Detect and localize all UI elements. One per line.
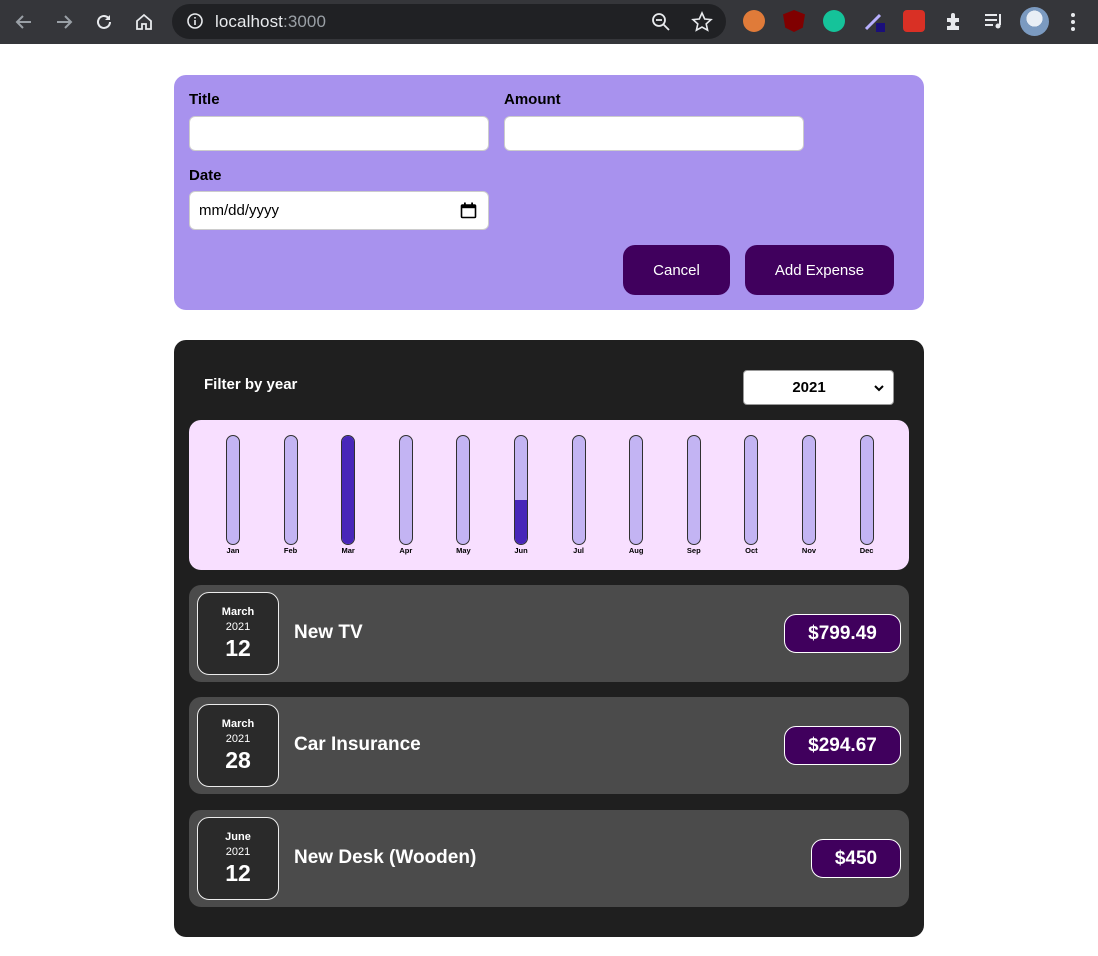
chart-bar-track: [802, 435, 816, 545]
chart-bar-track: [341, 435, 356, 545]
date-label: Date: [189, 167, 222, 184]
browser-toolbar: localhost:3000: [0, 0, 1098, 44]
chart-bar-jul: Jul: [565, 435, 593, 560]
chart-bar-label: Jan: [226, 546, 240, 555]
chart-bar-jan: Jan: [219, 435, 247, 560]
extension-red-icon[interactable]: [903, 10, 925, 32]
title-input[interactable]: [189, 116, 489, 151]
expense-date-day: 12: [225, 860, 251, 886]
expense-item[interactable]: March 2021 12 New TV $799.49: [189, 585, 909, 682]
expense-title: Car Insurance: [294, 734, 421, 755]
new-expense-form: Title Amount Date mm/dd/yyyy Cancel Add …: [174, 75, 924, 310]
chart-bar-label: Jul: [573, 546, 585, 555]
expense-price-badge: $450: [811, 839, 901, 878]
chart-bar-label: Mar: [341, 546, 355, 555]
amount-label: Amount: [504, 91, 561, 108]
info-icon[interactable]: [186, 12, 204, 30]
chart-bar-track: [398, 435, 413, 545]
chart-bar-oct: Oct: [737, 435, 765, 560]
chart-bar-label: Apr: [399, 546, 413, 555]
home-icon[interactable]: [130, 8, 158, 36]
url-port: :3000: [283, 12, 327, 31]
add-expense-button[interactable]: Add Expense: [745, 245, 894, 295]
expense-price-badge: $294.67: [784, 726, 901, 765]
expense-date-month: March: [221, 606, 255, 618]
expenses-card: Filter by year 2021 Jan Feb Mar Apr May Jun Ju…: [174, 340, 924, 937]
chart-bar-track: [514, 435, 528, 545]
chart-bar-label: Feb: [283, 546, 298, 555]
expense-date-month: March: [221, 718, 255, 730]
media-queue-icon[interactable]: [983, 10, 1005, 32]
chart-bar-may: May: [449, 435, 477, 560]
chart-bar-nov: Nov: [795, 435, 823, 560]
color-picker-icon[interactable]: [863, 10, 885, 32]
menu-kebab-icon[interactable]: [1064, 10, 1082, 34]
expense-date-year: 2021: [225, 733, 251, 745]
filter-label: Filter by year: [204, 376, 298, 393]
bookmark-star-icon[interactable]: [691, 11, 713, 33]
expense-date: March 2021 28: [197, 704, 279, 787]
title-label: Title: [189, 91, 220, 108]
chart-bar-fill: [342, 436, 355, 544]
chart-bar-feb: Feb: [277, 435, 305, 560]
chart-bar-track: [226, 435, 240, 545]
expense-date-day: 12: [225, 635, 251, 661]
chart-bar-label: Aug: [628, 546, 644, 555]
chart-bar-label: Oct: [745, 546, 758, 555]
address-bar[interactable]: localhost:3000: [172, 4, 726, 39]
chart-bar-label: Jun: [514, 546, 528, 555]
chart-bar-dec: Dec: [853, 435, 881, 560]
chart-bar-track: [629, 435, 644, 545]
chart-bar-track: [456, 435, 471, 545]
ublock-icon[interactable]: [783, 10, 805, 32]
expense-date: June 2021 12: [197, 817, 279, 900]
chart-bar-fill: [515, 500, 527, 544]
chart-bar-apr: Apr: [392, 435, 420, 560]
expense-date-year: 2021: [225, 621, 251, 633]
extension-face-icon[interactable]: [743, 10, 765, 32]
reload-icon[interactable]: [90, 8, 118, 36]
expense-item[interactable]: June 2021 12 New Desk (Wooden) $450: [189, 810, 909, 907]
url-host: localhost: [215, 12, 283, 31]
year-select-value: 2021: [792, 379, 826, 396]
expense-title: New TV: [294, 622, 363, 643]
chart-bar-label: Nov: [801, 546, 817, 555]
expense-price-badge: $799.49: [784, 614, 901, 653]
chart-bar-sep: Sep: [680, 435, 708, 560]
year-select[interactable]: 2021: [743, 370, 894, 405]
expense-title: New Desk (Wooden): [294, 847, 477, 868]
chart-bar-track: [571, 435, 586, 545]
chart-bar-track: [686, 435, 701, 545]
date-placeholder: mm/dd/yyyy: [199, 202, 280, 219]
chart-bar-mar: Mar: [334, 435, 362, 560]
chart-bar-track: [859, 435, 874, 545]
chart-bar-track: [283, 435, 298, 545]
amount-input[interactable]: [504, 116, 804, 151]
chart-bar-label: Dec: [859, 546, 874, 555]
calendar-icon[interactable]: [460, 202, 477, 219]
expense-item[interactable]: March 2021 28 Car Insurance $294.67: [189, 697, 909, 794]
chart-bar-jun: Jun: [507, 435, 535, 560]
expense-date: March 2021 12: [197, 592, 279, 675]
grammarly-icon[interactable]: [823, 10, 845, 32]
expense-date-year: 2021: [225, 846, 251, 858]
forward-icon[interactable]: [50, 8, 78, 36]
extensions-puzzle-icon[interactable]: [943, 10, 965, 32]
expense-date-day: 28: [225, 747, 251, 773]
back-icon[interactable]: [10, 8, 38, 36]
monthly-expense-chart: Jan Feb Mar Apr May Jun Jul Aug Sep Oct Nov Dec: [189, 420, 909, 570]
chart-bar-label: May: [456, 546, 471, 555]
chart-bar-track: [744, 435, 759, 545]
profile-avatar[interactable]: [1020, 7, 1049, 36]
chart-bar-aug: Aug: [622, 435, 650, 560]
date-input[interactable]: mm/dd/yyyy: [189, 191, 489, 230]
cancel-button[interactable]: Cancel: [623, 245, 730, 295]
chevron-down-icon: [874, 385, 884, 392]
url-text: localhost:3000: [215, 12, 326, 32]
chart-bar-label: Sep: [686, 546, 701, 555]
expense-date-month: June: [225, 831, 251, 843]
zoom-icon[interactable]: [651, 12, 671, 32]
